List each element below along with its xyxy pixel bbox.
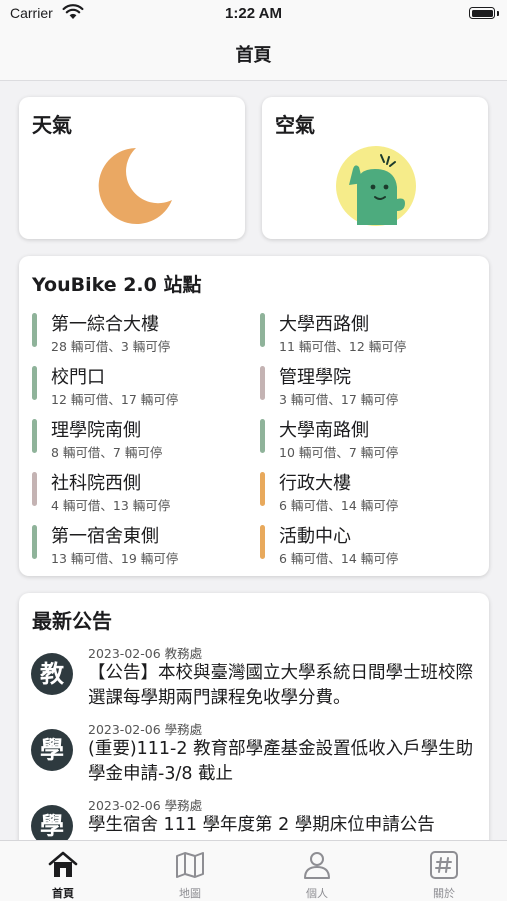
- station-name: 校門口: [51, 367, 105, 388]
- station-name: 第一宿舍東側: [51, 526, 159, 547]
- announcement-meta: 2023-02-06 學務處: [88, 719, 202, 738]
- station-status-bar: [32, 313, 37, 347]
- youbike-title: YouBike 2.0 站點: [32, 274, 202, 296]
- moon-icon: [98, 148, 172, 224]
- station-item[interactable]: 大學南路側 10 輛可借、7 輛可停: [260, 419, 480, 463]
- station-status-bar: [260, 472, 265, 506]
- station-item[interactable]: 社科院西側 4 輛可借、13 輛可停: [32, 472, 252, 516]
- announcement-text: 學生宿舍 111 學年度第 2 學期床位申請公告: [88, 815, 435, 835]
- tab-profile[interactable]: 個人: [254, 841, 380, 901]
- station-name: 行政大樓: [279, 473, 351, 494]
- station-name: 活動中心: [279, 526, 351, 547]
- map-icon: [176, 852, 204, 878]
- station-status-bar: [32, 419, 37, 453]
- station-availability: 11 輛可借、12 輛可停: [279, 339, 407, 354]
- department-badge: 學: [31, 729, 73, 771]
- announcement-date: 2023-02-06: [88, 722, 161, 737]
- station-item[interactable]: 第一綜合大樓 28 輛可借、3 輛可停: [32, 313, 252, 357]
- battery-icon: [469, 7, 495, 19]
- tab-about-label: 關於: [433, 887, 455, 900]
- department-badge: 教: [31, 653, 73, 695]
- announcement-unit: 學務處: [164, 722, 203, 737]
- announcements-card: 最新公告 教 2023-02-06 教務處 【公告】本校與臺灣國立大學系統日間學士班…: [19, 593, 489, 853]
- battery-cap: [497, 11, 499, 16]
- status-time: 1:22 AM: [225, 5, 282, 22]
- air-quality-title: 空氣: [275, 113, 315, 137]
- weather-card[interactable]: 天氣: [19, 97, 245, 239]
- announcement-item[interactable]: 學 2023-02-06 學務處 (重要)111-2 教育部學產基金設置低收入戶學生…: [19, 719, 489, 789]
- station-item[interactable]: 第一宿舍東側 13 輛可借、19 輛可停: [32, 525, 252, 569]
- announcement-unit: 教務處: [164, 646, 203, 661]
- announcement-text: 【公告】本校與臺灣國立大學系統日間學士班校際選課每學期兩門課程免收學分費。: [88, 663, 473, 708]
- station-name: 管理學院: [279, 367, 351, 388]
- status-bar: Carrier 1:22 AM: [0, 0, 507, 28]
- station-availability: 12 輛可借、17 輛可停: [51, 392, 179, 407]
- announcement-meta: 2023-02-06 教務處: [88, 643, 202, 662]
- station-availability: 10 輛可借、7 輛可停: [279, 445, 399, 460]
- home-icon: [48, 851, 78, 877]
- station-item[interactable]: 大學西路側 11 輛可借、12 輛可停: [260, 313, 480, 357]
- navigation-bar: 首頁: [0, 28, 507, 81]
- station-name: 社科院西側: [51, 473, 141, 494]
- station-availability: 6 輛可借、14 輛可停: [279, 551, 399, 566]
- station-availability: 6 輛可借、14 輛可停: [279, 498, 399, 513]
- person-icon: [304, 852, 330, 879]
- youbike-card[interactable]: YouBike 2.0 站點 第一綜合大樓 28 輛可借、3 輛可停 大學西路側 11…: [19, 256, 489, 576]
- station-status-bar: [260, 419, 265, 453]
- station-availability: 13 輛可借、19 輛可停: [51, 551, 179, 566]
- station-status-bar: [32, 472, 37, 506]
- station-availability: 28 輛可借、3 輛可停: [51, 339, 171, 354]
- station-status-bar: [32, 525, 37, 559]
- air-quality-mascot-icon: [336, 146, 416, 226]
- tab-profile-label: 個人: [306, 887, 328, 900]
- station-status-bar: [260, 366, 265, 400]
- station-item[interactable]: 行政大樓 6 輛可借、14 輛可停: [260, 472, 480, 516]
- station-item[interactable]: 管理學院 3 輛可借、17 輛可停: [260, 366, 480, 410]
- station-name: 理學院南側: [51, 420, 141, 441]
- tab-home-label: 首頁: [52, 887, 74, 900]
- announcement-unit: 學務處: [164, 798, 203, 813]
- air-quality-card[interactable]: 空氣: [262, 97, 488, 239]
- station-status-bar: [260, 313, 265, 347]
- page-title: 首頁: [235, 45, 272, 66]
- station-item[interactable]: 理學院南側 8 輛可借、7 輛可停: [32, 419, 252, 463]
- announcement-text: (重要)111-2 教育部學產基金設置低收入戶學生助學金申請-3/8 截止: [88, 739, 474, 784]
- tab-about[interactable]: 關於: [381, 841, 507, 901]
- announcement-meta: 2023-02-06 學務處: [88, 795, 202, 814]
- station-item[interactable]: 校門口 12 輛可借、17 輛可停: [32, 366, 252, 410]
- announcement-date: 2023-02-06: [88, 646, 161, 661]
- hashtag-icon: [430, 851, 458, 879]
- station-name: 第一綜合大樓: [51, 314, 159, 335]
- announcement-item[interactable]: 教 2023-02-06 教務處 【公告】本校與臺灣國立大學系統日間學士班校際選課每…: [19, 643, 489, 713]
- weather-title: 天氣: [32, 113, 72, 137]
- station-item[interactable]: 活動中心 6 輛可借、14 輛可停: [260, 525, 480, 569]
- station-availability: 8 輛可借、7 輛可停: [51, 445, 163, 460]
- station-status-bar: [260, 525, 265, 559]
- tab-map-label: 地圖: [179, 887, 201, 900]
- station-availability: 4 輛可借、13 輛可停: [51, 498, 171, 513]
- announcements-title: 最新公告: [32, 609, 112, 633]
- tab-map[interactable]: 地圖: [127, 841, 253, 901]
- station-name: 大學西路側: [279, 314, 369, 335]
- station-name: 大學南路側: [279, 420, 369, 441]
- announcement-date: 2023-02-06: [88, 798, 161, 813]
- station-availability: 3 輛可借、17 輛可停: [279, 392, 399, 407]
- station-status-bar: [32, 366, 37, 400]
- tab-home[interactable]: 首頁: [0, 841, 126, 901]
- tab-bar: 首頁 地圖 個人 關於: [0, 840, 507, 901]
